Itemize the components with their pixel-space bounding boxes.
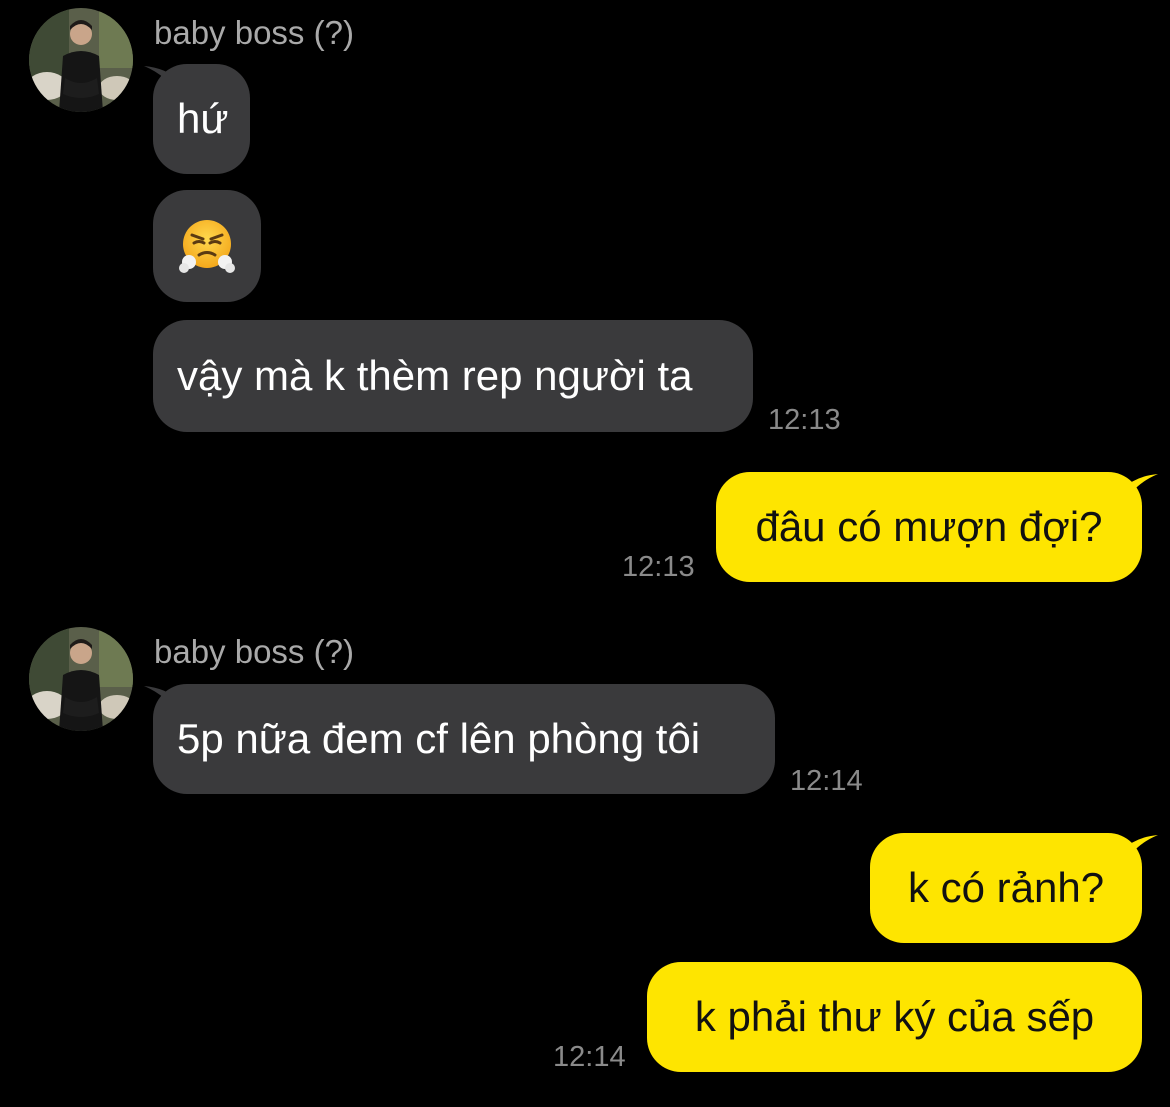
message-timestamp: 12:13 xyxy=(622,551,695,583)
sender-name: baby boss (?) xyxy=(154,14,354,51)
sender-avatar[interactable] xyxy=(29,627,133,731)
outgoing-message-bubble[interactable]: đâu có mượn đợi? xyxy=(716,472,1142,582)
face-with-steam-from-nose-icon xyxy=(179,220,235,273)
message-text: 5p nữa đem cf lên phòng tôi xyxy=(177,715,701,762)
incoming-message-bubble[interactable]: vậy mà k thèm rep người ta xyxy=(153,320,753,432)
outgoing-message-bubble[interactable]: k có rảnh? xyxy=(870,833,1142,943)
message-text: hứ xyxy=(177,95,229,142)
bubble-tail xyxy=(1124,835,1158,865)
avatar-photo-icon xyxy=(29,627,133,731)
message-timestamp: 12:14 xyxy=(553,1041,626,1073)
message-text: k phải thư ký của sếp xyxy=(694,993,1095,1040)
sender-avatar[interactable] xyxy=(29,8,133,112)
message-text: đâu có mượn đợi? xyxy=(755,503,1103,550)
outgoing-message-bubble[interactable]: k phải thư ký của sếp xyxy=(647,962,1142,1072)
incoming-message-bubble[interactable]: 5p nữa đem cf lên phòng tôi xyxy=(153,684,775,794)
bubble-tail xyxy=(1124,474,1158,504)
sender-name: baby boss (?) xyxy=(154,633,354,670)
incoming-emoji-bubble[interactable] xyxy=(153,190,261,302)
message-text: vậy mà k thèm rep người ta xyxy=(177,352,693,399)
incoming-message-bubble[interactable]: hứ xyxy=(153,64,250,174)
avatar-photo-icon xyxy=(29,8,133,112)
message-timestamp: 12:14 xyxy=(790,765,863,797)
message-text: k có rảnh? xyxy=(907,864,1105,911)
message-timestamp: 12:13 xyxy=(768,404,841,436)
